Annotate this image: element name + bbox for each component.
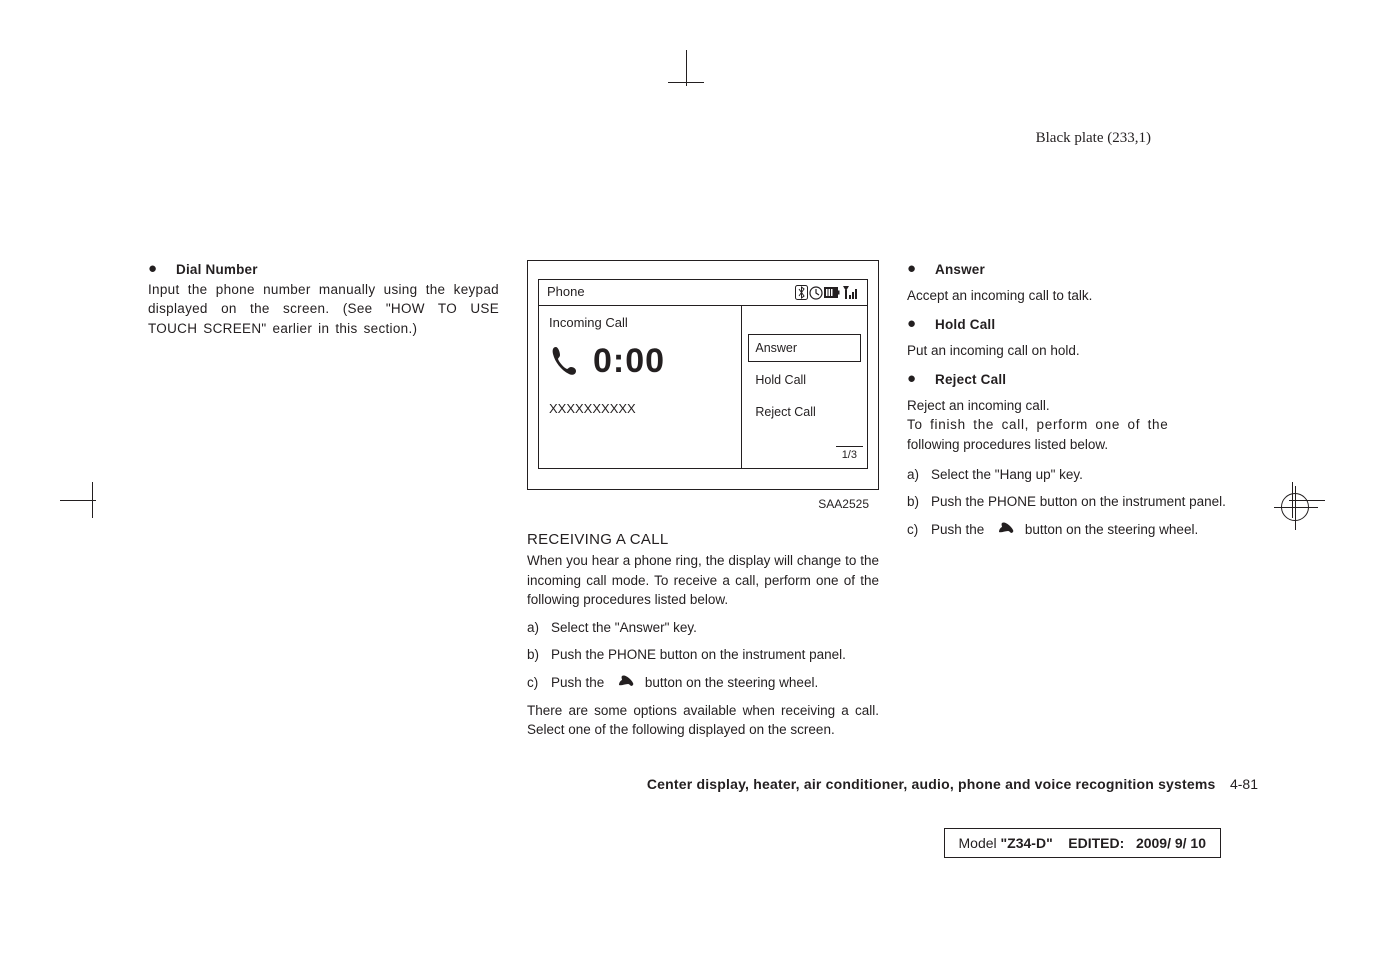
list-item: b) Push the PHONE button on the instrume… [907,492,1258,512]
model-edit-box: Model "Z34-D" EDITED: 2009/ 9/ 10 [944,828,1222,858]
marker-c: c) [527,673,551,693]
section-intro: When you hear a phone ring, the display … [527,551,879,610]
list-item: c) Push the button on the steering wheel… [907,520,1258,540]
finish-note-line1: To finish the call, perform one of the [907,415,1258,435]
menu-reject[interactable]: Reject Call [748,398,861,426]
clock-icon [809,286,823,300]
section-title: RECEIVING A CALL [527,529,879,551]
col3-step-b: Push the PHONE button on the instrument … [931,492,1258,512]
col3-step-c-pre: Push the [931,522,984,537]
phone-status-icons [795,285,859,300]
column-2: Phone Incoming Call [527,260,879,740]
bullet-dot: ● [907,370,935,390]
signal-icon [841,285,859,300]
phone-pickup-icon [996,522,1014,536]
step-b-text: Push the PHONE button on the instrument … [551,645,879,665]
figure-caption: SAA2525 [527,496,879,513]
call-timer: 0:00 [593,337,665,386]
model-prefix: Model [959,835,1001,851]
bullet-answer-head: Answer [935,260,985,280]
cropmark-top [676,78,712,114]
list-item: c) Push the button on the steering wheel… [527,673,879,693]
step-c-post: button on the steering wheel. [645,675,818,690]
marker-a: a) [907,465,931,485]
col3-step-a: Select the "Hang up" key. [931,465,1258,485]
registration-mark [1281,493,1309,521]
bluetooth-icon [795,285,808,300]
list-item: b) Push the PHONE button on the instrume… [527,645,879,665]
column-1: ● Dial Number Input the phone number man… [148,260,499,740]
marker-c: c) [907,520,931,540]
menu-answer[interactable]: Answer [748,334,861,362]
finish-note-line2: following procedures listed below. [907,435,1258,455]
phone-header: Phone [539,280,867,306]
phone-header-label: Phone [547,283,585,302]
options-intro: There are some options available when re… [527,701,879,740]
incoming-call-label: Incoming Call [549,314,731,333]
page-content: ● Dial Number Input the phone number man… [148,260,1258,740]
bullet-reject-head: Reject Call [935,370,1006,390]
bullet-title-dial: Dial Number [176,260,258,280]
list-item: a) Select the "Hang up" key. [907,465,1258,485]
footer-title: Center display, heater, air conditioner,… [647,776,1216,792]
marker-a: a) [527,618,551,638]
model-code: "Z34-D" [1001,835,1053,851]
bullet-hold-body: Put an incoming call on hold. [907,341,1258,361]
phone-ui-figure: Phone Incoming Call [538,279,868,469]
list-item: a) Select the "Answer" key. [527,618,879,638]
bullet-reject-body: Reject an incoming call. [907,396,1258,416]
marker-b: b) [527,645,551,665]
edited-label: EDITED: [1068,835,1124,851]
page-indicator: 1/3 [836,446,863,464]
step-a-text: Select the "Answer" key. [551,618,879,638]
bullet-dot: ● [148,260,176,280]
bullet-dot: ● [907,260,935,280]
caller-id: XXXXXXXXXX [549,400,731,419]
cropmark-left [88,490,124,526]
marker-b: b) [907,492,931,512]
bullet-dot: ● [907,315,935,335]
menu-hold[interactable]: Hold Call [748,366,861,394]
edited-date: 2009/ 9/ 10 [1136,835,1206,851]
dial-number-paragraph: Input the phone number manually using th… [148,280,499,339]
phone-pickup-icon [616,675,634,689]
col3-step-c-post: button on the steering wheel. [1025,522,1198,537]
column-3: ● Answer Accept an incoming call to talk… [907,260,1258,740]
bullet-answer-body: Accept an incoming call to talk. [907,286,1258,306]
phone-handset-icon [549,344,579,378]
page-footer: Center display, heater, air conditioner,… [148,776,1258,794]
blackplate-label: Black plate (233,1) [1036,130,1151,147]
footer-pagenum: 4-81 [1230,776,1258,792]
bullet-hold-head: Hold Call [935,315,995,335]
step-c-pre: Push the [551,675,604,690]
battery-icon [824,286,840,299]
